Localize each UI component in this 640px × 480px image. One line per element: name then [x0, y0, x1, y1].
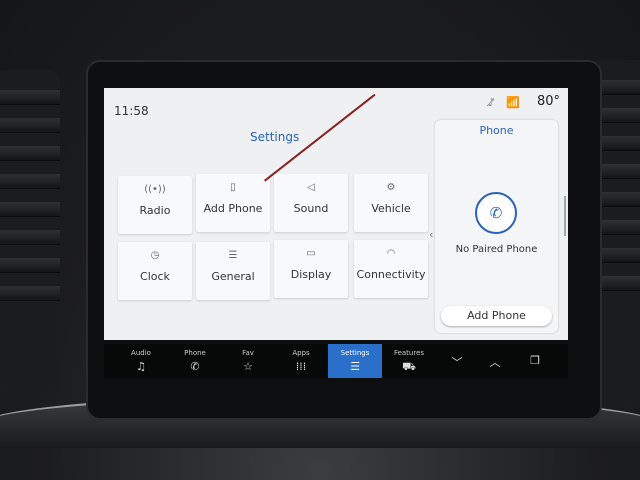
chevron-left-icon[interactable]: ‹	[429, 228, 433, 241]
tile-label: Connectivity	[356, 268, 426, 281]
speaker-icon: ◁	[307, 182, 315, 193]
nav-phone[interactable]: Phone ✆	[168, 344, 222, 378]
tile-general[interactable]: ☰ General	[196, 242, 270, 300]
phone-icon: ▯	[230, 182, 236, 193]
nav-label: Phone	[184, 349, 206, 357]
add-phone-button[interactable]: Add Phone	[441, 306, 552, 326]
outside-temperature: 80°	[536, 94, 560, 109]
signal-icon: 📶	[506, 96, 520, 109]
sliders-icon: ☰	[350, 360, 360, 373]
bottom-nav-bar: Audio ♫ Phone ✆ Fav ☆ Apps ⁞⁞⁞ Settings …	[104, 344, 568, 378]
phone-panel: Phone ✆ No Paired Phone Add Phone	[435, 120, 558, 333]
copy-icon: ❐	[530, 354, 540, 367]
apps-grid-icon: ⁞⁞⁞	[295, 360, 307, 373]
star-icon: ☆	[243, 360, 253, 373]
phone-icon: ✆	[190, 360, 200, 373]
music-note-icon: ♫	[136, 360, 146, 373]
tile-label: Display	[290, 268, 332, 281]
nav-apps[interactable]: Apps ⁞⁞⁞	[274, 344, 328, 378]
tile-label: Vehicle	[371, 202, 411, 215]
page-indicator	[261, 328, 289, 340]
tile-label: General	[211, 270, 255, 283]
display-icon: ▭	[306, 248, 316, 259]
tile-radio[interactable]: ((•)) Radio	[118, 176, 192, 234]
left-air-vent	[0, 70, 60, 390]
phone-icon: ✆	[475, 192, 517, 234]
scroll-indicator[interactable]	[564, 196, 566, 236]
nav-audio[interactable]: Audio ♫	[114, 344, 168, 378]
sliders-icon: ☰	[228, 250, 238, 261]
mute-icon: ♪̸	[488, 96, 496, 109]
clock-time: 11:58	[114, 104, 149, 118]
tile-vehicle[interactable]: ⚙ Vehicle	[354, 174, 428, 232]
tile-label: Sound	[293, 202, 329, 215]
nav-label: Features	[393, 349, 425, 357]
clock-icon: ◷	[150, 250, 160, 261]
infotainment-screen: 11:58 ♪̸ 📶 80° Settings ((•)) Radio ▯ Ad…	[104, 88, 568, 340]
page-title: Settings	[250, 130, 300, 144]
phone-status: No Paired Phone	[455, 244, 538, 255]
tile-display[interactable]: ▭ Display	[274, 240, 348, 298]
tile-label: Clock	[140, 270, 170, 283]
tile-label: Radio	[139, 204, 171, 217]
tile-sound[interactable]: ◁ Sound	[274, 174, 348, 232]
nav-features[interactable]: Features ⛟	[382, 344, 436, 378]
tile-add-phone[interactable]: ▯ Add Phone	[196, 174, 270, 232]
radio-icon: ((•))	[144, 184, 166, 195]
vehicle-icon: ⚙	[386, 182, 396, 193]
wifi-icon: ◠	[386, 248, 396, 259]
nav-copy[interactable]: ❐	[508, 344, 562, 378]
tile-clock[interactable]: ◷ Clock	[118, 242, 192, 300]
car-icon: ⛟	[402, 360, 416, 373]
nav-label: Settings	[340, 349, 370, 357]
nav-label: Fav	[242, 349, 254, 357]
tile-label: Add Phone	[203, 202, 263, 215]
tile-connectivity[interactable]: ◠ Connectivity	[354, 240, 428, 298]
nav-label: Audio	[131, 349, 151, 357]
nav-label: Apps	[292, 349, 310, 357]
nav-fav[interactable]: Fav ☆	[221, 344, 275, 378]
phone-panel-title: Phone	[479, 124, 514, 137]
nav-settings[interactable]: Settings ☰	[328, 344, 382, 378]
